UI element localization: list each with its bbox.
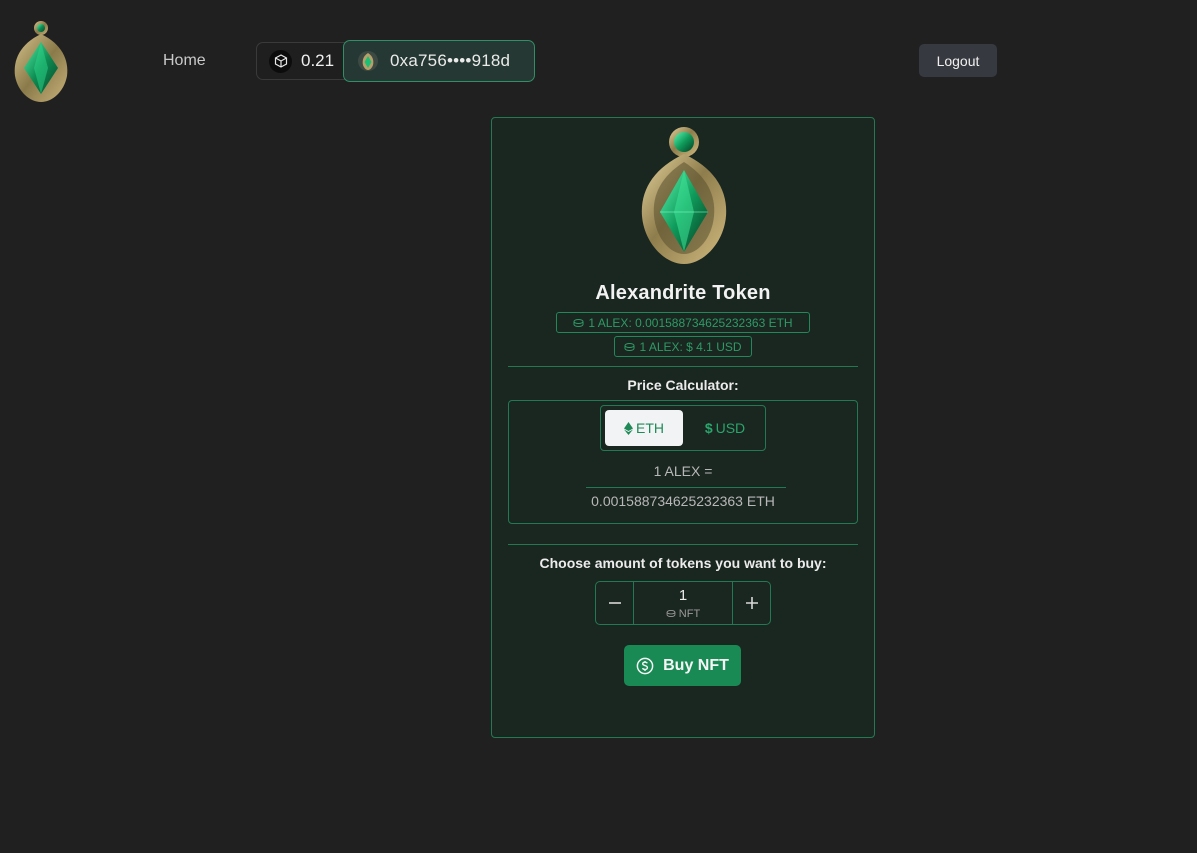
- nav-home-link[interactable]: Home: [163, 52, 206, 70]
- token-gem-icon: [641, 127, 727, 264]
- coins-icon: [624, 342, 635, 351]
- coins-icon: [573, 318, 584, 327]
- logout-button[interactable]: Logout: [919, 44, 997, 77]
- quantity-field: NFT: [633, 582, 733, 624]
- dollar-icon: $: [704, 420, 713, 436]
- token-card: Alexandrite Token 1 ALEX: 0.001588734625…: [491, 117, 875, 738]
- price-calculator: ETH $ USD 1 ALEX = 0.001588734625232363 …: [508, 400, 858, 524]
- divider: [508, 366, 858, 367]
- buy-nft-button[interactable]: Buy NFT: [624, 645, 741, 686]
- increment-button[interactable]: [733, 582, 770, 624]
- calculator-result: 0.001588734625232363 ETH: [591, 493, 775, 509]
- divider: [508, 544, 858, 545]
- calculator-base: 1 ALEX =: [653, 463, 713, 479]
- price-eth-badge: 1 ALEX: 0.001588734625232363 ETH: [556, 312, 810, 333]
- logo-gem-icon[interactable]: [10, 18, 72, 104]
- quantity-input[interactable]: [638, 586, 728, 605]
- coins-icon: [666, 610, 676, 617]
- quantity-stepper: NFT: [595, 581, 771, 625]
- quantity-unit: NFT: [666, 608, 700, 620]
- decrement-button[interactable]: [596, 582, 633, 624]
- plus-icon: [745, 597, 758, 609]
- minus-icon: [608, 602, 621, 604]
- quantity-unit-label: NFT: [678, 607, 701, 620]
- gem-avatar-icon: [358, 51, 378, 71]
- toggle-usd-button[interactable]: $ USD: [687, 410, 763, 446]
- price-eth-text: 1 ALEX: 0.001588734625232363 ETH: [588, 315, 793, 330]
- toggle-usd-label: USD: [715, 420, 746, 436]
- toggle-eth-label: ETH: [636, 420, 664, 436]
- price-usd-text: 1 ALEX: $ 4.1 USD: [639, 339, 742, 354]
- token-name: Alexandrite Token: [595, 282, 771, 304]
- ethereum-icon: [624, 421, 633, 435]
- balance-display: 0.21: [256, 42, 348, 80]
- balance-value: 0.21: [301, 51, 335, 70]
- account-button[interactable]: 0xa756••••918d: [343, 40, 535, 82]
- buy-nft-label: Buy NFT: [663, 656, 729, 674]
- cube-icon: [269, 49, 292, 73]
- currency-toggle: ETH $ USD: [600, 405, 766, 451]
- price-usd-badge: 1 ALEX: $ 4.1 USD: [614, 336, 752, 357]
- toggle-eth-button[interactable]: ETH: [605, 410, 683, 446]
- calculator-rule: [586, 487, 786, 488]
- dollar-circle-icon: [636, 657, 654, 674]
- calculator-label: Price Calculator:: [627, 377, 739, 393]
- choose-amount-label: Choose amount of tokens you want to buy:: [539, 555, 827, 571]
- account-address: 0xa756••••918d: [390, 51, 511, 70]
